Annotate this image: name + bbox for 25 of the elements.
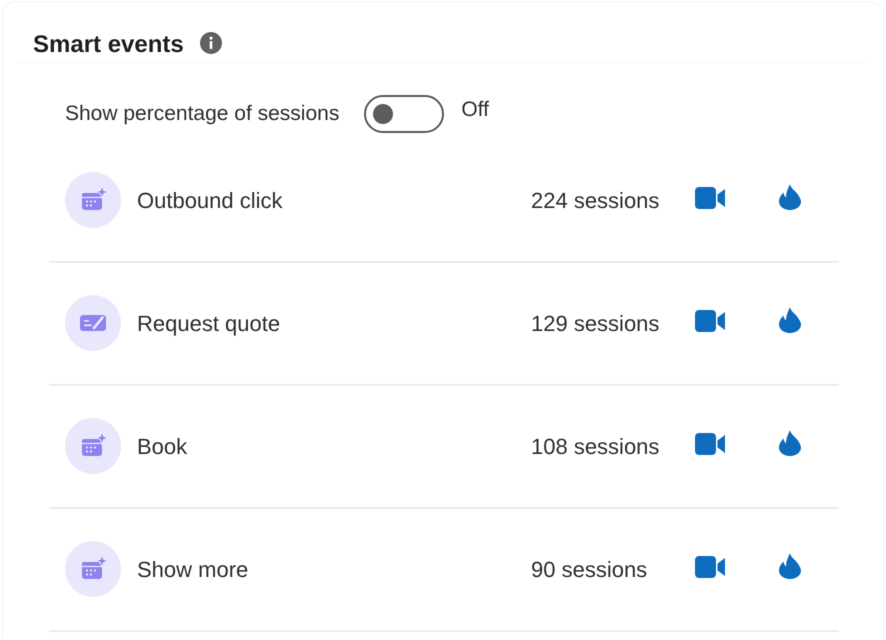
flame-icon[interactable] — [779, 430, 801, 456]
flame-icon[interactable] — [779, 552, 801, 578]
event-name: Book — [137, 434, 188, 460]
session-count: 129 sessions — [531, 310, 660, 336]
session-count: 108 sessions — [531, 434, 660, 460]
event-name: Outbound click — [137, 188, 284, 214]
toggle-state-text: Off — [461, 98, 489, 122]
video-camera-icon[interactable] — [695, 556, 725, 578]
video-camera-icon[interactable] — [695, 432, 725, 454]
calendar-sparkle-icon — [65, 418, 121, 474]
card-pen-icon — [65, 294, 121, 350]
calendar-sparkle-icon — [65, 172, 121, 228]
event-name: Show more — [137, 556, 250, 582]
info-icon[interactable] — [200, 32, 222, 54]
video-camera-icon[interactable] — [695, 186, 725, 208]
session-count: 224 sessions — [531, 188, 660, 214]
event-name: Request quote — [137, 310, 282, 336]
toggle-label: Show percentage of sessions — [65, 102, 340, 126]
video-camera-icon[interactable] — [695, 310, 725, 332]
toggle-switch[interactable] — [364, 95, 444, 133]
calendar-sparkle-icon — [65, 540, 121, 596]
section-title: Smart events — [33, 30, 184, 60]
flame-icon[interactable] — [779, 184, 801, 210]
flame-icon[interactable] — [779, 306, 801, 332]
session-count: 90 sessions — [531, 556, 648, 582]
